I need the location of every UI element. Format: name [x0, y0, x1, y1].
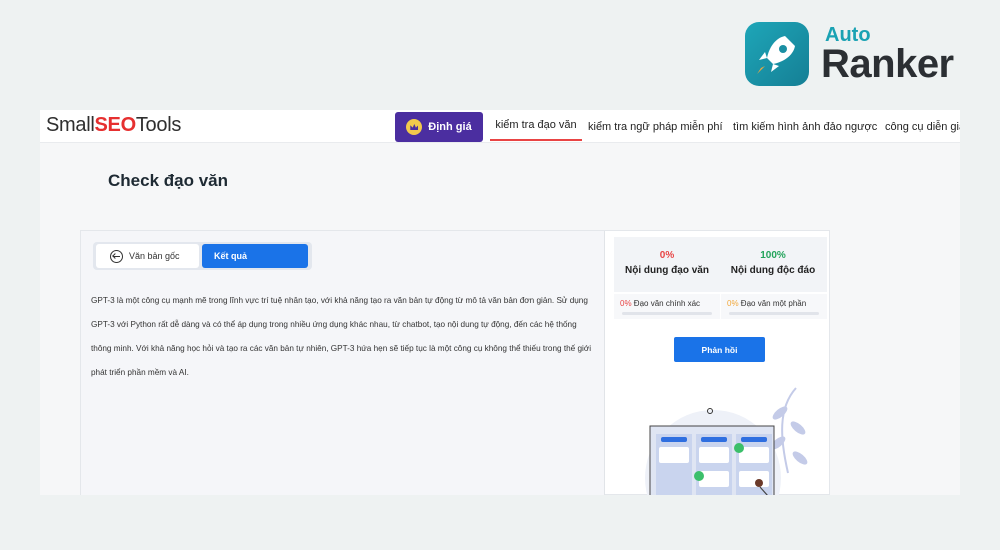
checker-card: Văn bản gốc Kết quả GPT-3 là một công cụ…	[80, 230, 830, 495]
text-panel: Văn bản gốc Kết quả GPT-3 là một công cụ…	[81, 231, 605, 495]
page-title: Check đạo văn	[108, 171, 228, 190]
rocket-icon	[745, 22, 809, 86]
smallseotools-logo[interactable]: SmallSEOTools	[46, 114, 181, 137]
unique-stat: 100% Nội dung độc đáo	[720, 250, 826, 276]
plagiarism-stat: 0% Nội dung đạo văn	[614, 250, 720, 276]
plagiarism-label: Nội dung đạo văn	[625, 265, 709, 276]
plagiarism-percent: 0%	[659, 250, 675, 261]
nav-paraphrasing-tool[interactable]: công cụ diễn giả	[885, 110, 960, 143]
partial-label: Đạo văn một phần	[740, 299, 807, 308]
autoranker-watermark: Auto Ranker	[745, 22, 975, 92]
unique-label: Nội dung độc đáo	[730, 265, 816, 276]
tab-original-label: Văn bản gốc	[129, 251, 180, 261]
unique-percent: 100%	[760, 250, 786, 261]
top-navbar: SmallSEOTools Định giá kiểm tra đạo văn …	[40, 110, 960, 143]
tab-switcher: Văn bản gốc Kết quả	[93, 242, 312, 270]
nav-reverse-image-search[interactable]: tìm kiếm hình ảnh đảo ngược	[733, 110, 877, 143]
back-arrow-icon	[110, 249, 123, 263]
crown-icon	[406, 119, 423, 135]
screenshot-frame: SmallSEOTools Định giá kiểm tra đạo văn …	[40, 110, 960, 495]
exact-label: Đạo văn chính xác	[633, 299, 701, 308]
pricing-button[interactable]: Định giá	[395, 112, 483, 142]
partial-percent: 0%	[727, 299, 739, 308]
partial-progress-bar	[729, 312, 819, 315]
feedback-button[interactable]: Phản hồi	[674, 337, 765, 362]
watermark-ranker: Ranker	[821, 42, 954, 86]
pricing-label: Định giá	[428, 121, 472, 133]
tab-original-text[interactable]: Văn bản gốc	[96, 244, 199, 268]
tab-result[interactable]: Kết quả	[202, 244, 308, 268]
checked-text: GPT-3 là một công cụ mạnh mẽ trong lĩnh …	[91, 296, 592, 377]
nav-plagiarism-checker[interactable]: kiểm tra đạo văn	[490, 110, 582, 141]
nav-grammar-checker[interactable]: kiểm tra ngữ pháp miễn phí	[588, 110, 723, 143]
exact-progress-bar	[622, 312, 712, 315]
results-panel: 0% Nội dung đạo văn 100% Nội dung độc đá…	[608, 231, 829, 495]
stats-box: 0% Nội dung đạo văn 100% Nội dung độc đá…	[614, 237, 827, 292]
result-illustration	[645, 387, 808, 495]
exact-match-stat: 0% Đạo văn chính xác	[614, 294, 720, 319]
exact-percent: 0%	[620, 299, 632, 308]
partial-match-stat: 0% Đạo văn một phần	[721, 294, 827, 319]
